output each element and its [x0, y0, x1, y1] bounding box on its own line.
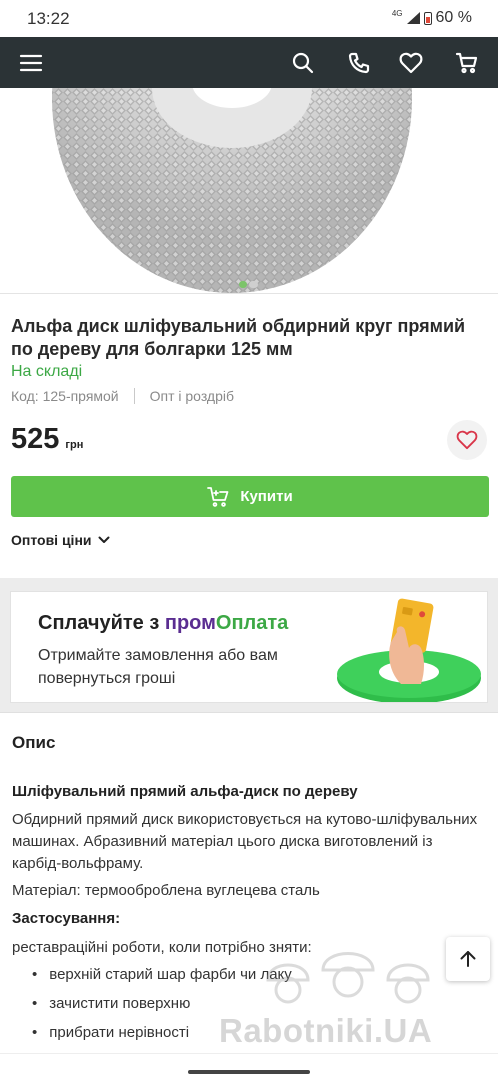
menu-icon[interactable] [18, 50, 44, 76]
heart-icon[interactable] [398, 50, 424, 76]
status-system-icons: 4G 60 % [392, 9, 472, 27]
product-image [52, 88, 412, 293]
promo-brand-part1: пром [164, 612, 216, 634]
promo-headline: Сплачуйте з промОплата [38, 612, 289, 634]
product-meta: Код: 125-прямой Опт і роздріб [11, 388, 234, 404]
promo-subtext: Отримайте замовлення або вам повернуться… [38, 647, 278, 687]
status-time: 13:22 [27, 9, 70, 28]
signal-icon [406, 12, 420, 24]
description-paragraph: Обдирний прямий диск використовується на… [12, 811, 478, 872]
wholesale-prices-toggle[interactable]: Оптові ціни [11, 532, 110, 548]
price-value: 525 [11, 423, 60, 455]
list-item: верхній старий шар фарби чи лаку [32, 966, 292, 995]
app-header [0, 37, 498, 88]
system-navigation-bar [0, 1053, 498, 1080]
add-to-favorites-button[interactable] [447, 420, 487, 460]
search-icon[interactable] [290, 50, 316, 76]
divider [133, 388, 135, 404]
prom-payment-banner[interactable]: Сплачуйте з промОплата Отримайте замовле… [10, 591, 488, 703]
availability-status: На складі [11, 363, 83, 380]
product-code: Код: 125-прямой [11, 388, 119, 404]
phone-icon[interactable] [346, 50, 372, 76]
gallery-dot[interactable] [249, 281, 258, 288]
chevron-down-icon [98, 536, 110, 543]
sale-type: Опт і роздріб [149, 388, 235, 404]
network-type: 4G [391, 8, 403, 18]
description-heading: Опис [12, 733, 56, 752]
battery-icon [423, 11, 432, 25]
status-bar: 13:22 4G 60 % [0, 0, 498, 37]
watermark-helmets-logo [266, 952, 430, 1004]
price-currency: грн [65, 439, 84, 451]
battery-level: 60 % [435, 9, 472, 26]
card-in-hand-illustration [337, 598, 481, 702]
promo-brand-part2: Оплата [215, 612, 289, 634]
gallery-pagination [239, 281, 258, 288]
usage-heading: Застосування: [12, 910, 121, 927]
buy-button[interactable]: Купити [11, 476, 489, 517]
cart-icon[interactable] [454, 50, 480, 76]
buy-button-label: Купити [240, 488, 293, 505]
description-material: Матеріал: термооброблена вуглецева сталь [12, 882, 320, 899]
gallery-dot[interactable] [239, 281, 247, 288]
scroll-to-top-button[interactable] [446, 937, 490, 981]
wholesale-label: Оптові ціни [11, 532, 92, 548]
product-image-gallery[interactable] [0, 88, 498, 294]
description-subheading: Шліфувальний прямий альфа-диск по дереву [12, 783, 358, 800]
heart-outline-icon [456, 430, 478, 450]
product-title: Альфа диск шліфувальний обдирний круг пр… [11, 316, 466, 359]
product-price: 525 грн [11, 423, 83, 456]
home-gesture-handle[interactable] [188, 1070, 310, 1074]
watermark-text: Rabotniki.UA [219, 1012, 433, 1049]
cart-plus-icon [207, 486, 229, 507]
arrow-up-icon [460, 951, 476, 967]
